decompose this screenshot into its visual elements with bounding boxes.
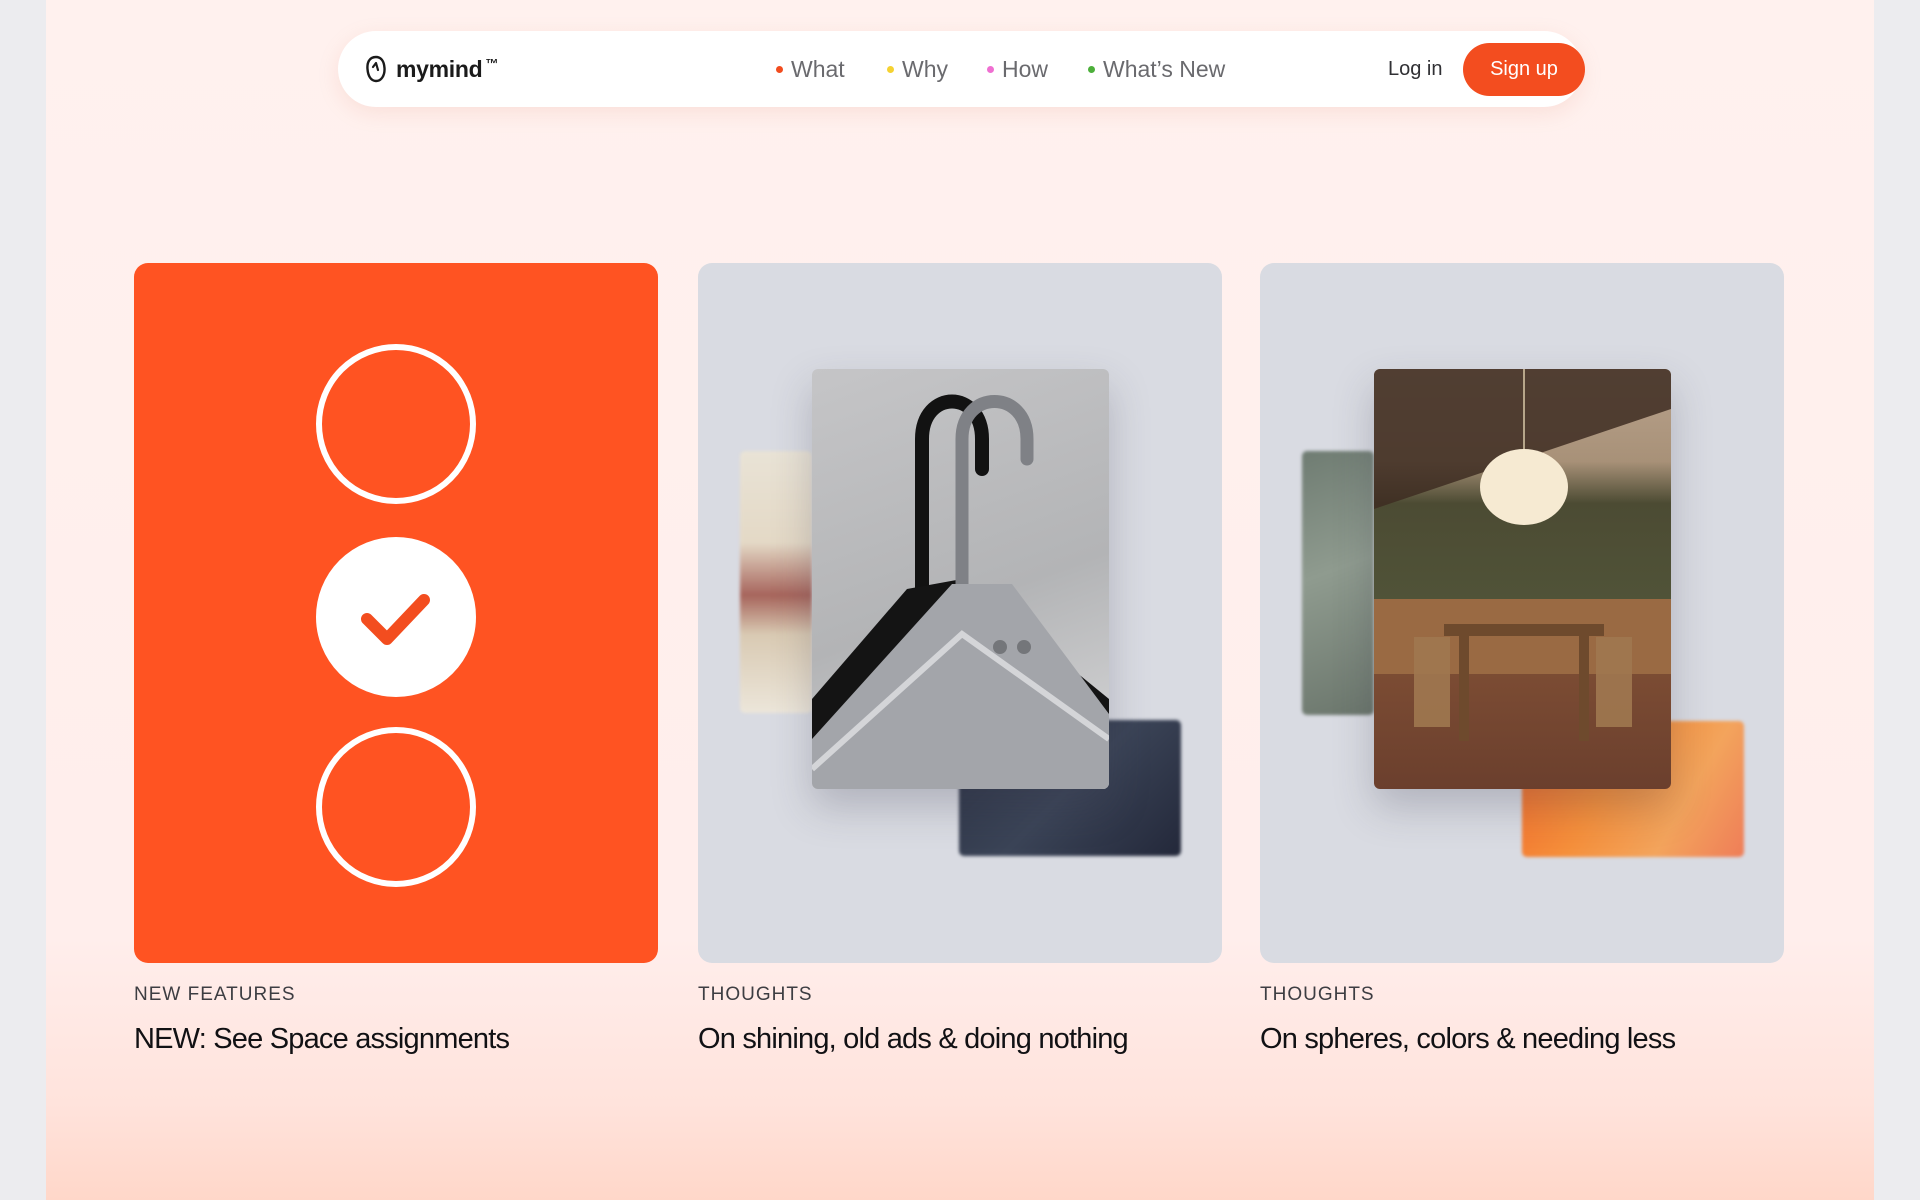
card-category: THOUGHTS (698, 984, 813, 1005)
blurred-staircase-photo (1302, 451, 1374, 715)
nav-dot-icon (776, 65, 783, 73)
nav-link-label: Why (902, 55, 948, 82)
nav-link-what[interactable]: What (776, 55, 845, 83)
card-title[interactable]: On spheres, colors & needing less (1260, 1023, 1820, 1056)
card-title[interactable]: NEW: See Space assignments (134, 1023, 694, 1056)
top-navigation: mymind ™ What Why How What’s New Log in … (338, 31, 1585, 107)
card-title[interactable]: On shining, old ads & doing nothing (698, 1023, 1258, 1056)
feature-card-space-assignments[interactable] (134, 263, 658, 963)
clothes-hanger-photo (812, 369, 1109, 789)
nav-link-label: What (791, 55, 845, 82)
card-category: NEW FEATURES (134, 984, 296, 1005)
login-link[interactable]: Log in (1388, 55, 1443, 83)
nav-dot-icon (887, 65, 894, 73)
nav-link-label: How (1002, 55, 1049, 82)
nav-link-whats-new[interactable]: What’s New (1088, 55, 1225, 83)
article-card-old-ads[interactable] (698, 263, 1222, 963)
card-meta: NEW FEATURES NEW: See Space assignments (134, 984, 694, 1056)
nav-dot-icon (987, 65, 994, 73)
nav-link-why[interactable]: Why (887, 55, 948, 83)
circle-icon (316, 344, 476, 504)
nav-link-how[interactable]: How (987, 55, 1048, 83)
nav-link-label: What’s New (1103, 55, 1226, 82)
blurred-car-photo (740, 451, 812, 713)
signup-button[interactable]: Sign up (1463, 43, 1585, 96)
circle-icon (316, 727, 476, 887)
nav-dot-icon (1088, 65, 1095, 73)
card-category: THOUGHTS (1260, 984, 1375, 1005)
card-meta: THOUGHTS On shining, old ads & doing not… (698, 984, 1258, 1056)
check-circle-icon (316, 537, 476, 697)
dining-room-photo (1374, 369, 1671, 789)
card-meta: THOUGHTS On spheres, colors & needing le… (1260, 984, 1820, 1056)
article-card-spheres-colors[interactable] (1260, 263, 1784, 963)
page: mymind ™ What Why How What’s New Log in … (46, 0, 1874, 1200)
